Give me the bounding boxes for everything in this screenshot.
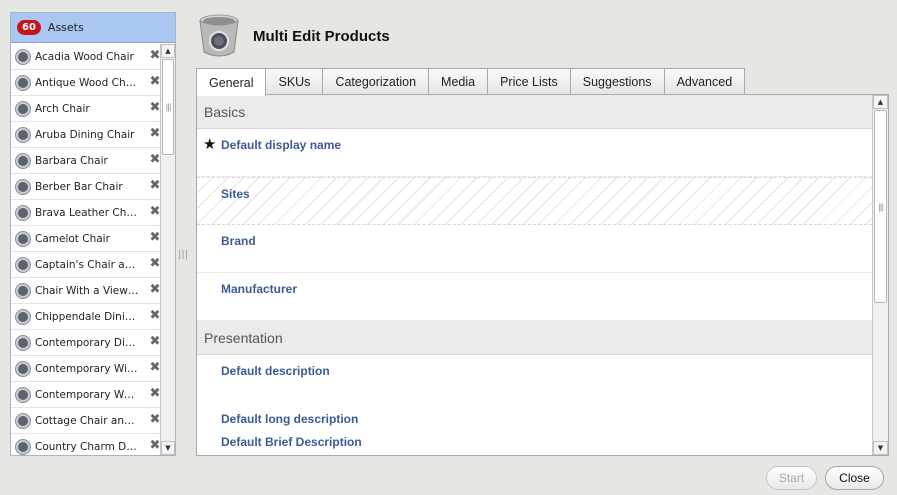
list-item[interactable]: Antique Wood Chair ✖	[11, 70, 161, 96]
asset-label: Aruba Dining Chair	[35, 128, 135, 141]
field-label: Sites	[221, 187, 250, 201]
tab-advanced[interactable]: Advanced	[663, 68, 746, 95]
asset-label: Chair With a View ...	[35, 284, 139, 297]
field-default-brief-description[interactable]: Default Brief Description	[197, 435, 872, 455]
list-item[interactable]: Aruba Dining Chair ✖	[11, 122, 161, 148]
list-item[interactable]: Contemporary Wind... ✖	[11, 356, 161, 382]
asset-label: Contemporary Woo...	[35, 388, 139, 401]
asset-label: Contemporary Wind...	[35, 362, 139, 375]
asset-label: Captain's Chair and...	[35, 258, 139, 271]
product-icon	[16, 75, 30, 90]
tab-media[interactable]: Media	[428, 68, 489, 95]
product-icon	[16, 179, 30, 194]
section-header-basics: Basics	[197, 95, 872, 129]
asset-label: Antique Wood Chair	[35, 76, 139, 89]
asset-label: Contemporary Dinin...	[35, 336, 139, 349]
assets-panel: 60 Assets Acadia Wood Chair ✖ Antique Woo…	[10, 12, 176, 456]
scroll-down-arrow-icon[interactable]: ▼	[873, 441, 888, 455]
field-label: Default long description	[221, 412, 359, 426]
product-icon	[16, 101, 30, 116]
list-item[interactable]: Cottage Chair and ... ✖	[11, 408, 161, 434]
field-label: Default description	[221, 364, 330, 378]
tab-general[interactable]: General	[196, 68, 267, 96]
tab-price-lists[interactable]: Price Lists	[487, 68, 571, 95]
panel-splitter-handle[interactable]: |||	[178, 249, 188, 260]
scroll-thumb[interactable]: |||	[874, 110, 887, 303]
form-content: Basics ★ Default display name Sites Bran…	[197, 95, 872, 455]
product-icon	[16, 413, 30, 428]
list-item[interactable]: Barbara Chair ✖	[11, 148, 161, 174]
field-manufacturer[interactable]: Manufacturer	[197, 273, 872, 321]
product-icon	[16, 439, 30, 454]
list-item[interactable]: Chair With a View ... ✖	[11, 278, 161, 304]
section-header-presentation: Presentation	[197, 321, 872, 355]
field-label: Brand	[221, 234, 256, 248]
list-item[interactable]: Arch Chair ✖	[11, 96, 161, 122]
field-default-long-description[interactable]: Default long description	[197, 403, 872, 435]
field-label: Default Brief Description	[221, 435, 362, 449]
field-default-display-name[interactable]: ★ Default display name	[197, 129, 872, 177]
list-item[interactable]: Captain's Chair and... ✖	[11, 252, 161, 278]
scroll-up-arrow-icon[interactable]: ▲	[873, 95, 888, 109]
product-icon	[16, 127, 30, 142]
list-item[interactable]: Chippendale Dining ...✖	[11, 304, 161, 330]
product-icon	[16, 361, 30, 376]
product-icon	[16, 153, 30, 168]
tab-suggestions[interactable]: Suggestions	[569, 68, 665, 95]
asset-label: Country Charm Dini...	[35, 440, 139, 453]
start-button[interactable]: Start	[766, 466, 817, 490]
asset-label: Cottage Chair and ...	[35, 414, 139, 427]
asset-label: Brava Leather Chair	[35, 206, 139, 219]
list-item[interactable]: Brava Leather Chair ✖	[11, 200, 161, 226]
asset-label: Chippendale Dining ...	[35, 310, 139, 323]
field-brand[interactable]: Brand	[197, 225, 872, 273]
product-icon	[16, 387, 30, 402]
field-sites: Sites	[197, 177, 872, 225]
asset-label: Camelot Chair	[35, 232, 110, 245]
asset-label: Berber Bar Chair	[35, 180, 123, 193]
assets-title: Assets	[47, 21, 84, 34]
page-title: Multi Edit Products	[253, 28, 390, 45]
asset-label: Barbara Chair	[35, 154, 108, 167]
list-item[interactable]: Camelot Chair ✖	[11, 226, 161, 252]
list-item[interactable]: Acadia Wood Chair ✖	[11, 44, 161, 70]
general-tab-panel: Basics ★ Default display name Sites Bran…	[196, 94, 889, 456]
field-label: Default display name	[221, 138, 342, 152]
product-icon	[16, 283, 30, 298]
list-item[interactable]: Berber Bar Chair ✖	[11, 174, 161, 200]
tab-bar: General SKUs Categorization Media Price …	[196, 68, 746, 96]
product-can-icon	[199, 14, 239, 57]
field-label: Manufacturer	[221, 282, 298, 296]
required-star-icon: ★	[203, 135, 217, 153]
product-icon	[16, 205, 30, 220]
list-item[interactable]: Country Charm Dini... ✖	[11, 434, 161, 455]
asset-list-scrollbar[interactable]: ▲ ||| ▼	[160, 44, 175, 455]
asset-label: Arch Chair	[35, 102, 90, 115]
list-item[interactable]: Contemporary Woo... ✖	[11, 382, 161, 408]
product-icon	[16, 49, 30, 64]
form-scrollbar[interactable]: ▲ ||| ▼	[872, 95, 888, 455]
asset-list: Acadia Wood Chair ✖ Antique Wood Chair ✖ A…	[11, 44, 161, 455]
tab-skus[interactable]: SKUs	[265, 68, 324, 95]
tab-categorization[interactable]: Categorization	[322, 68, 430, 95]
scroll-up-arrow-icon[interactable]: ▲	[161, 44, 175, 58]
product-icon	[16, 257, 30, 272]
product-icon	[16, 335, 30, 350]
close-button[interactable]: Close	[825, 466, 884, 490]
product-icon	[16, 231, 30, 246]
list-item[interactable]: Contemporary Dinin...✖	[11, 330, 161, 356]
scroll-down-arrow-icon[interactable]: ▼	[161, 441, 175, 455]
scroll-thumb[interactable]: |||	[162, 59, 174, 155]
product-icon	[16, 309, 30, 324]
asset-label: Acadia Wood Chair	[35, 50, 134, 63]
assets-header[interactable]: 60 Assets	[11, 13, 175, 43]
field-default-description[interactable]: Default description	[197, 355, 872, 403]
assets-count-badge: 60	[17, 20, 41, 35]
